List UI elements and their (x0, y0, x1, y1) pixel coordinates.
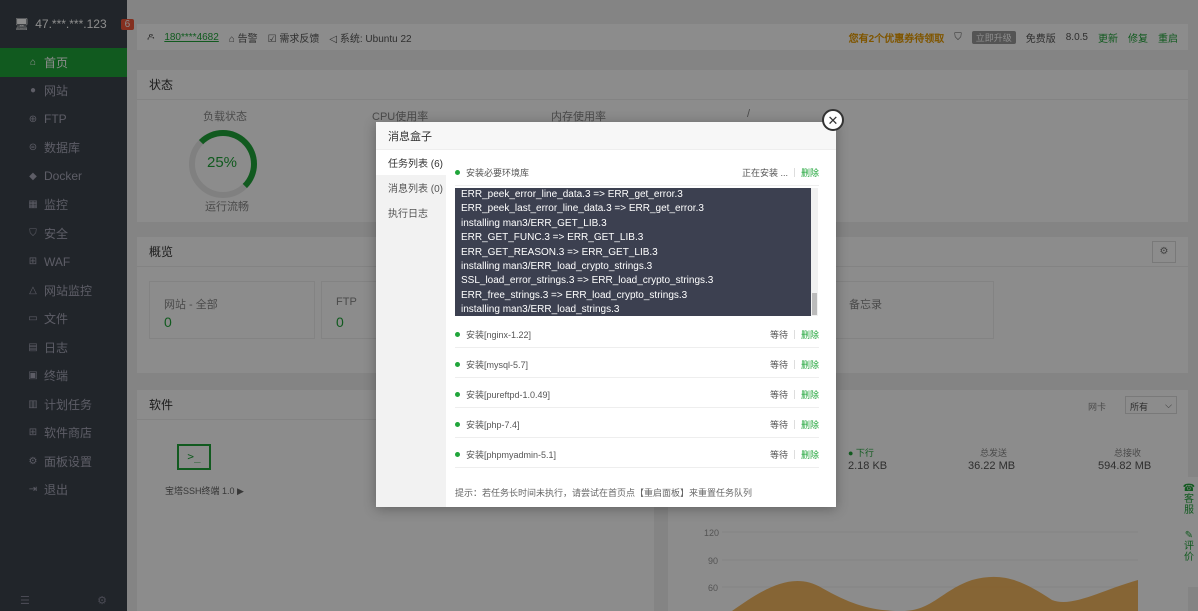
task-status: 等待 (769, 420, 788, 430)
dialog-nav: 任务列表 (6) 消息列表 (0) 执行日志 (376, 150, 446, 507)
task-list-body: 安装必要环境库 正在安装 ... 删除 ERR_peek_error_line_… (446, 150, 836, 507)
divider (793, 360, 795, 369)
delete-task-button[interactable]: 删除 (801, 388, 819, 401)
delete-task-button[interactable]: 删除 (801, 358, 819, 371)
log-line: ERR_free_strings.3 => ERR_load_crypto_st… (461, 289, 688, 301)
status-dot (455, 452, 460, 457)
task-row: 安装[mysql-5.7] 等待 删除 (455, 352, 819, 378)
task-name: 安装[mysql-5.7] (466, 360, 529, 370)
log-line: SSL_load_error_strings.3 => ERR_load_cry… (461, 275, 714, 287)
log-line: installing man3/ERR_load_crypto_strings.… (461, 261, 653, 273)
task-name: 安装[php-7.4] (466, 420, 520, 430)
task-row: 安装[pureftpd-1.0.49] 等待 删除 (455, 382, 819, 408)
task-status: 正在安装 ... (741, 168, 788, 178)
close-icon[interactable]: ✕ (822, 109, 844, 131)
divider (793, 168, 795, 177)
message-box-dialog: 消息盒子 ✕ 任务列表 (6) 消息列表 (0) 执行日志 安装必要环境库 正在… (376, 109, 844, 507)
task-status: 等待 (769, 390, 788, 400)
log-scrollbar-thumb[interactable] (812, 293, 817, 315)
install-log-console[interactable]: ERR_peek_error_line_data.3 => ERR_get_er… (455, 188, 817, 316)
task-row: 安装[nginx-1.22] 等待 删除 (455, 322, 819, 348)
status-dot (455, 332, 460, 337)
status-dot (455, 362, 460, 367)
tab-message-list[interactable]: 消息列表 (0) (376, 175, 446, 200)
divider (793, 390, 795, 399)
divider (793, 420, 795, 429)
task-row: 安装[phpmyadmin-5.1] 等待 删除 (455, 442, 819, 468)
status-dot (455, 392, 460, 397)
task-status: 等待 (769, 360, 788, 370)
dialog-title: 消息盒子 (376, 122, 836, 150)
log-line: ERR_peek_error_line_data.3 => ERR_get_er… (461, 189, 683, 200)
delete-task-button[interactable]: 删除 (801, 166, 819, 179)
log-line: installing man3/ERR_GET_LIB.3 (461, 217, 607, 229)
status-dot (455, 422, 460, 427)
task-status: 等待 (769, 450, 788, 460)
task-name: 安装必要环境库 (466, 168, 530, 178)
task-status: 等待 (769, 330, 788, 340)
log-line: installing man3/ERR_load_strings.3 (461, 304, 620, 316)
tab-execution-log[interactable]: 执行日志 (376, 200, 446, 225)
task-name: 安装[pureftpd-1.0.49] (466, 390, 551, 400)
divider (793, 330, 795, 339)
status-dot (455, 170, 460, 175)
divider (793, 450, 795, 459)
task-row: 安装[php-7.4] 等待 删除 (455, 412, 819, 438)
log-line: ERR_GET_REASON.3 => ERR_GET_LIB.3 (461, 246, 658, 258)
task-name: 安装[phpmyadmin-5.1] (466, 450, 557, 460)
delete-task-button[interactable]: 删除 (801, 418, 819, 431)
delete-task-button[interactable]: 删除 (801, 448, 819, 461)
task-row-current: 安装必要环境库 正在安装 ... 删除 (455, 160, 819, 186)
log-line: ERR_peek_last_error_line_data.3 => ERR_g… (461, 203, 704, 215)
task-name: 安装[nginx-1.22] (466, 330, 532, 340)
dialog-hint: 提示：若任务长时间未执行，请尝试在首页点【重启面板】来重置任务队列 (455, 488, 753, 498)
log-line: ERR_GET_FUNC.3 => ERR_GET_LIB.3 (461, 232, 644, 244)
delete-task-button[interactable]: 删除 (801, 328, 819, 341)
tab-task-list[interactable]: 任务列表 (6) (376, 150, 446, 175)
